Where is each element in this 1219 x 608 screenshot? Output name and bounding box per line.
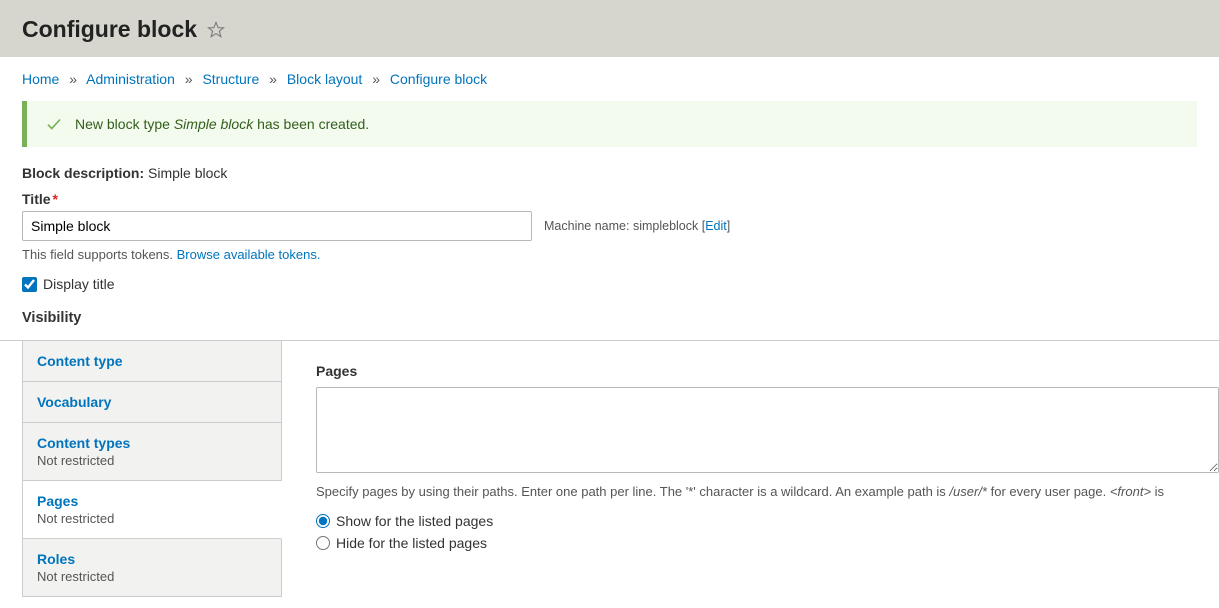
status-message: New block type Simple block has been cre… bbox=[22, 101, 1197, 147]
page-title: Configure block bbox=[22, 16, 197, 43]
radio-hide-listed-input[interactable] bbox=[316, 536, 330, 550]
breadcrumb-link[interactable]: Home bbox=[22, 71, 59, 87]
title-form-item: Title* Machine name: simpleblock [Edit] … bbox=[22, 191, 1197, 262]
pages-tab-pane: Pages Specify pages by using their paths… bbox=[282, 341, 1219, 597]
visibility-container: Content type Vocabulary Content types No… bbox=[0, 340, 1219, 597]
required-mark: * bbox=[53, 191, 58, 207]
radio-hide-listed-label[interactable]: Hide for the listed pages bbox=[336, 535, 487, 551]
pages-textarea[interactable] bbox=[316, 387, 1219, 473]
status-message-text: New block type Simple block has been cre… bbox=[75, 116, 369, 132]
star-icon[interactable] bbox=[207, 21, 225, 39]
radio-show-listed-label[interactable]: Show for the listed pages bbox=[336, 513, 493, 529]
breadcrumb-link[interactable]: Administration bbox=[86, 71, 175, 87]
visibility-heading: Visibility bbox=[22, 310, 1197, 326]
tab-content-types[interactable]: Content types Not restricted bbox=[23, 423, 281, 481]
browse-tokens-link[interactable]: Browse available tokens. bbox=[177, 247, 321, 262]
tab-vocabulary[interactable]: Vocabulary bbox=[23, 382, 281, 423]
block-description: Block description: Simple block bbox=[22, 165, 1197, 181]
breadcrumb-link[interactable]: Block layout bbox=[287, 71, 362, 87]
pages-label: Pages bbox=[316, 363, 1219, 379]
radio-show-listed-input[interactable] bbox=[316, 514, 330, 528]
breadcrumb-link[interactable]: Configure block bbox=[390, 71, 487, 87]
title-label: Title* bbox=[22, 191, 58, 207]
breadcrumb: Home » Administration » Structure » Bloc… bbox=[22, 57, 1197, 101]
title-input[interactable] bbox=[22, 211, 532, 241]
tab-roles[interactable]: Roles Not restricted bbox=[23, 539, 281, 596]
tab-content-type[interactable]: Content type bbox=[23, 341, 281, 382]
breadcrumb-link[interactable]: Structure bbox=[202, 71, 259, 87]
radio-show-listed: Show for the listed pages bbox=[316, 513, 1219, 529]
display-title-label[interactable]: Display title bbox=[43, 276, 115, 292]
machine-name: Machine name: simpleblock [Edit] bbox=[544, 219, 730, 233]
machine-name-edit-link[interactable]: Edit bbox=[705, 219, 727, 233]
check-icon bbox=[45, 115, 63, 133]
vertical-tabs: Content type Vocabulary Content types No… bbox=[22, 341, 282, 597]
pages-description: Specify pages by using their paths. Ente… bbox=[316, 484, 1219, 499]
display-title-checkbox[interactable] bbox=[22, 277, 37, 292]
title-description: This field supports tokens. Browse avail… bbox=[22, 247, 1197, 262]
radio-hide-listed: Hide for the listed pages bbox=[316, 535, 1219, 551]
display-title-row: Display title bbox=[22, 276, 1197, 292]
tab-pages[interactable]: Pages Not restricted bbox=[23, 481, 282, 539]
header-bar: Configure block bbox=[0, 0, 1219, 57]
